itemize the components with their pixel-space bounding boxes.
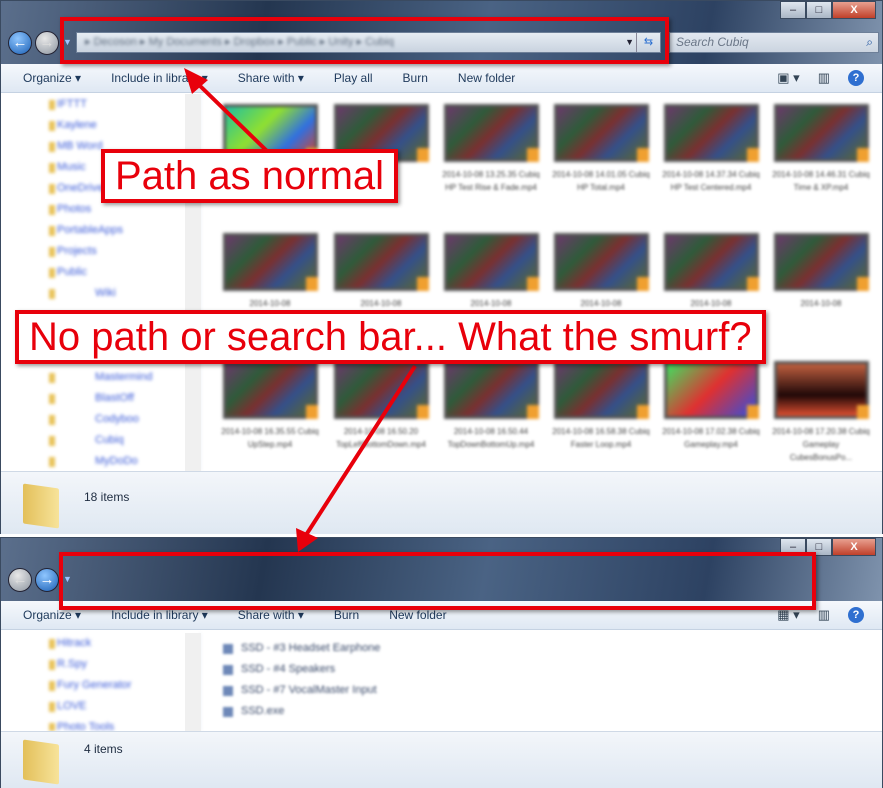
list-item[interactable]: SSD.exe: [219, 701, 882, 722]
arrow-left-icon: ←: [12, 571, 28, 588]
search-input[interactable]: Search Cubiq ⌕: [669, 32, 879, 53]
organize-button[interactable]: Organize ▾: [23, 71, 81, 85]
file-name: 2014-10-08: [360, 299, 402, 308]
list-item[interactable]: SSD - #3 Headset Earphone: [219, 638, 882, 659]
file-name: 2014-10-08: [800, 299, 842, 308]
file-name: 2014-10-08: [690, 299, 732, 308]
highlight-missing-bar: [59, 552, 816, 610]
arrow-left-icon: ←: [12, 34, 28, 51]
include-in-library-button[interactable]: Include in library ▾: [111, 71, 208, 85]
play-all-button[interactable]: Play all: [334, 71, 373, 85]
file-name: 2014-10-08: [249, 299, 291, 308]
video-thumbnail[interactable]: [223, 361, 318, 419]
arrow-right-icon: →: [39, 571, 55, 588]
callout-no-path: No path or search bar... What the smurf?: [15, 310, 766, 364]
video-thumbnail[interactable]: [664, 104, 759, 162]
video-thumbnail[interactable]: [444, 104, 539, 162]
file-name: 2014-10-08 16.58.38 Cubiq Faster Loop.mp…: [552, 427, 650, 449]
video-thumbnail[interactable]: [664, 361, 759, 419]
nav-item[interactable]: MyDoDo: [1, 451, 200, 471]
video-thumbnail[interactable]: [444, 361, 539, 419]
change-view-icon[interactable]: ▣ ▾: [777, 70, 799, 86]
video-thumbnail[interactable]: [664, 233, 759, 291]
file-name: 2014-10-08 17.02.38 Cubiq Gameplay.mp4: [662, 427, 760, 449]
callout-path-as-normal: Path as normal: [101, 149, 399, 203]
list-item[interactable]: SSD - #4 Speakers: [219, 659, 882, 680]
maximize-button[interactable]: □: [806, 1, 832, 19]
video-thumbnail[interactable]: [774, 361, 869, 419]
file-name: 2014-10-08 16.50.44 TopDownBottomUp.mp4: [447, 427, 535, 449]
navigation-pane: Hitrack R.Spy Fury Generator LOVE Photo Tool…: [1, 633, 201, 731]
command-bar: Organize ▾ Include in library ▾ Share wi…: [1, 64, 882, 93]
back-button[interactable]: ←: [8, 568, 32, 592]
folder-icon: [23, 483, 59, 529]
nav-item[interactable]: LOVE: [1, 696, 200, 717]
search-icon: ⌕: [866, 35, 873, 49]
preview-pane-icon[interactable]: ▥: [818, 70, 830, 86]
nav-item[interactable]: Cubiq: [1, 430, 200, 451]
file-name: 2014-10-08 16.35.55 Cubiq UpStep.mp4: [221, 427, 319, 449]
explorer-window-top: ‒ □ X ← → ▼ ▸ Decoson ▸ My Documents ▸ D…: [0, 0, 883, 534]
nav-item[interactable]: Wiki: [1, 283, 200, 304]
nav-item[interactable]: R.Spy: [1, 654, 200, 675]
back-button[interactable]: ←: [8, 31, 32, 55]
close-button[interactable]: X: [832, 1, 876, 19]
close-button[interactable]: X: [832, 538, 876, 556]
new-folder-button[interactable]: New folder: [389, 608, 446, 622]
video-thumbnail[interactable]: [223, 233, 318, 291]
help-icon[interactable]: ?: [848, 70, 864, 86]
nav-scrollbar[interactable]: [185, 633, 201, 731]
nav-item[interactable]: Fury Generator: [1, 675, 200, 696]
list-item[interactable]: SSD - #7 VocalMaster Input: [219, 680, 882, 701]
video-thumbnail[interactable]: [774, 104, 869, 162]
item-count: 4 items: [84, 742, 123, 756]
video-thumbnail[interactable]: [554, 104, 649, 162]
video-thumbnail[interactable]: [334, 233, 429, 291]
details-pane: 18 items: [1, 471, 882, 534]
help-icon[interactable]: ?: [848, 607, 864, 623]
minimize-button[interactable]: ‒: [780, 1, 806, 19]
nav-item[interactable]: Photo Tools: [1, 717, 200, 731]
nav-item[interactable]: BlastOff: [1, 388, 200, 409]
nav-item[interactable]: Hitrack: [1, 633, 200, 654]
nav-item[interactable]: Public: [1, 262, 200, 283]
file-list: SSD - #3 Headset Earphone SSD - #4 Speake…: [219, 638, 882, 722]
nav-item[interactable]: IFTTT: [1, 94, 200, 115]
highlight-address-bar: [60, 17, 669, 64]
video-thumbnail[interactable]: [774, 233, 869, 291]
file-name: 2014-10-08 16.50.20 TopLeftBottomDown.mp…: [336, 427, 426, 449]
video-thumbnail[interactable]: [554, 233, 649, 291]
file-name: 2014-10-08 14.37.34 Cubiq HP Test Center…: [662, 170, 760, 192]
nav-item[interactable]: Kaylene: [1, 115, 200, 136]
video-thumbnail[interactable]: [444, 233, 539, 291]
details-pane: 4 items: [1, 731, 882, 788]
file-name: 2014-10-08: [470, 299, 512, 308]
new-folder-button[interactable]: New folder: [458, 71, 515, 85]
file-name: 2014-10-08: [580, 299, 622, 308]
include-in-library-button[interactable]: Include in library ▾: [111, 608, 208, 622]
preview-pane-icon[interactable]: ▥: [818, 607, 830, 623]
file-name: 2014-10-08 13.25.35 Cubiq HP Test Rise &…: [442, 170, 540, 192]
burn-button[interactable]: Burn: [403, 71, 428, 85]
nav-item[interactable]: Mastermind: [1, 367, 200, 388]
nav-item[interactable]: Projects: [1, 241, 200, 262]
organize-button[interactable]: Organize ▾: [23, 608, 81, 622]
folder-icon: [23, 739, 59, 785]
video-thumbnail[interactable]: [334, 361, 429, 419]
file-name: 2014-10-08 17.20.38 Cubiq Gameplay Cubes…: [772, 427, 870, 462]
burn-button[interactable]: Burn: [334, 608, 359, 622]
share-with-button[interactable]: Share with ▾: [238, 71, 304, 85]
file-name: 2014-10-08 14.01.05 Cubiq HP Total.mp4: [552, 170, 650, 192]
video-thumbnail[interactable]: [554, 361, 649, 419]
arrow-right-icon: →: [39, 34, 55, 51]
nav-item[interactable]: Codyboo: [1, 409, 200, 430]
forward-button[interactable]: →: [35, 568, 59, 592]
item-count: 18 items: [84, 490, 130, 504]
nav-item[interactable]: PortableApps: [1, 220, 200, 241]
share-with-button[interactable]: Share with ▾: [238, 608, 304, 622]
file-name: 2014-10-08 14.46.31 Cubiq Time & XP.mp4: [772, 170, 870, 192]
forward-button[interactable]: →: [35, 31, 59, 55]
